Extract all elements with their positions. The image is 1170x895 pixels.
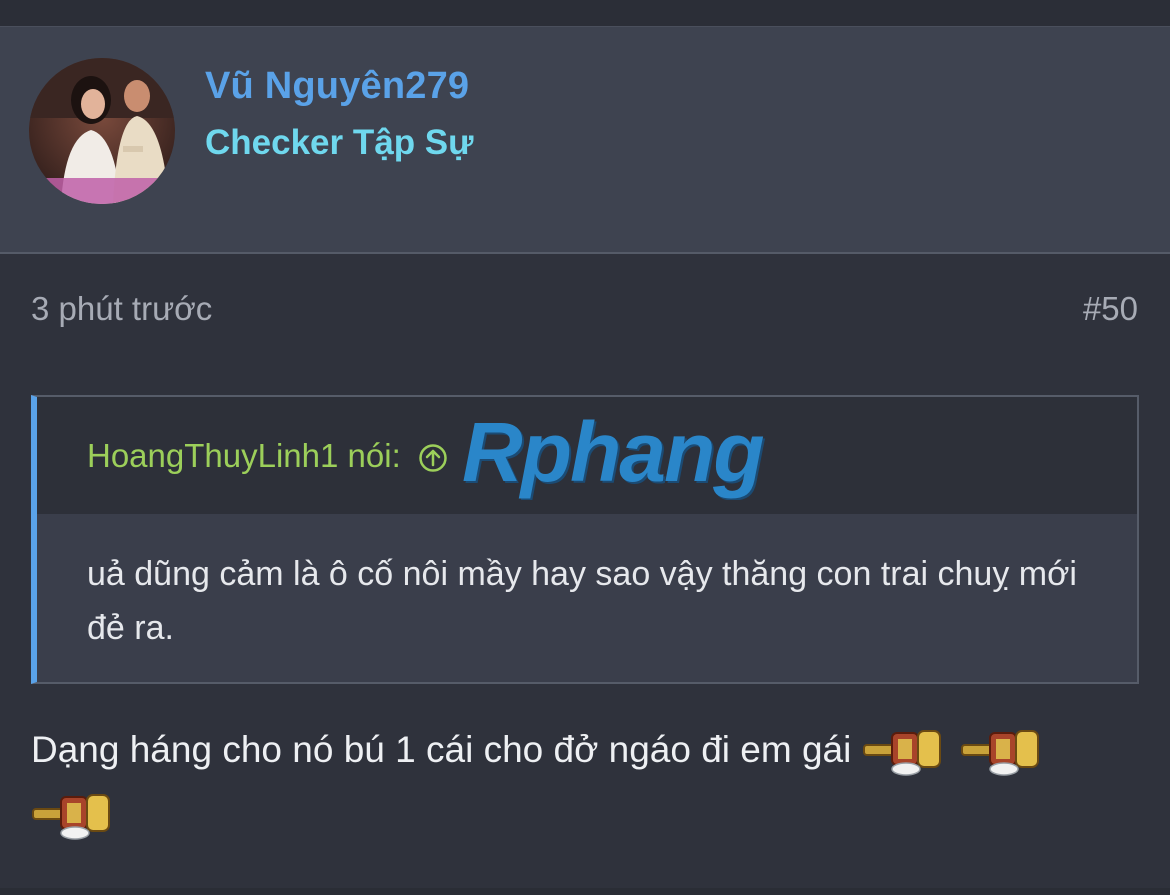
arrow-up-circle-icon[interactable]: [418, 443, 448, 473]
top-strip: [0, 0, 1170, 26]
avatar[interactable]: [29, 58, 175, 204]
bottom-strip: [0, 888, 1170, 895]
key-emoticon: [32, 794, 110, 840]
post-author-header: Vũ Nguyên279 Checker Tập Sự: [0, 26, 1170, 254]
post-timestamp[interactable]: 3 phút trước: [31, 290, 212, 328]
watermark-logo: Rphang: [462, 405, 765, 499]
avatar-image: [29, 58, 175, 204]
post-message: Dạng háng cho nó bú 1 cái cho đở ngáo đi…: [31, 718, 1141, 846]
key-emoticon: [862, 730, 941, 776]
quote-author-name[interactable]: HoangThuyLinh1: [87, 437, 338, 474]
post-number[interactable]: #50: [1083, 290, 1138, 328]
post-message-text: Dạng háng cho nó bú 1 cái cho đở ngáo đi…: [31, 729, 852, 770]
key-emoticon: [960, 730, 1039, 776]
quote-body: uả dũng cảm là ô cố nôi mầy hay sao vậy …: [87, 555, 1077, 647]
quote-attribution[interactable]: HoangThuyLinh1 nói:: [87, 437, 448, 475]
author-username[interactable]: Vũ Nguyên279: [205, 65, 469, 108]
author-title: Checker Tập Sự: [205, 123, 474, 162]
quote-said-label: nói:: [347, 437, 401, 474]
